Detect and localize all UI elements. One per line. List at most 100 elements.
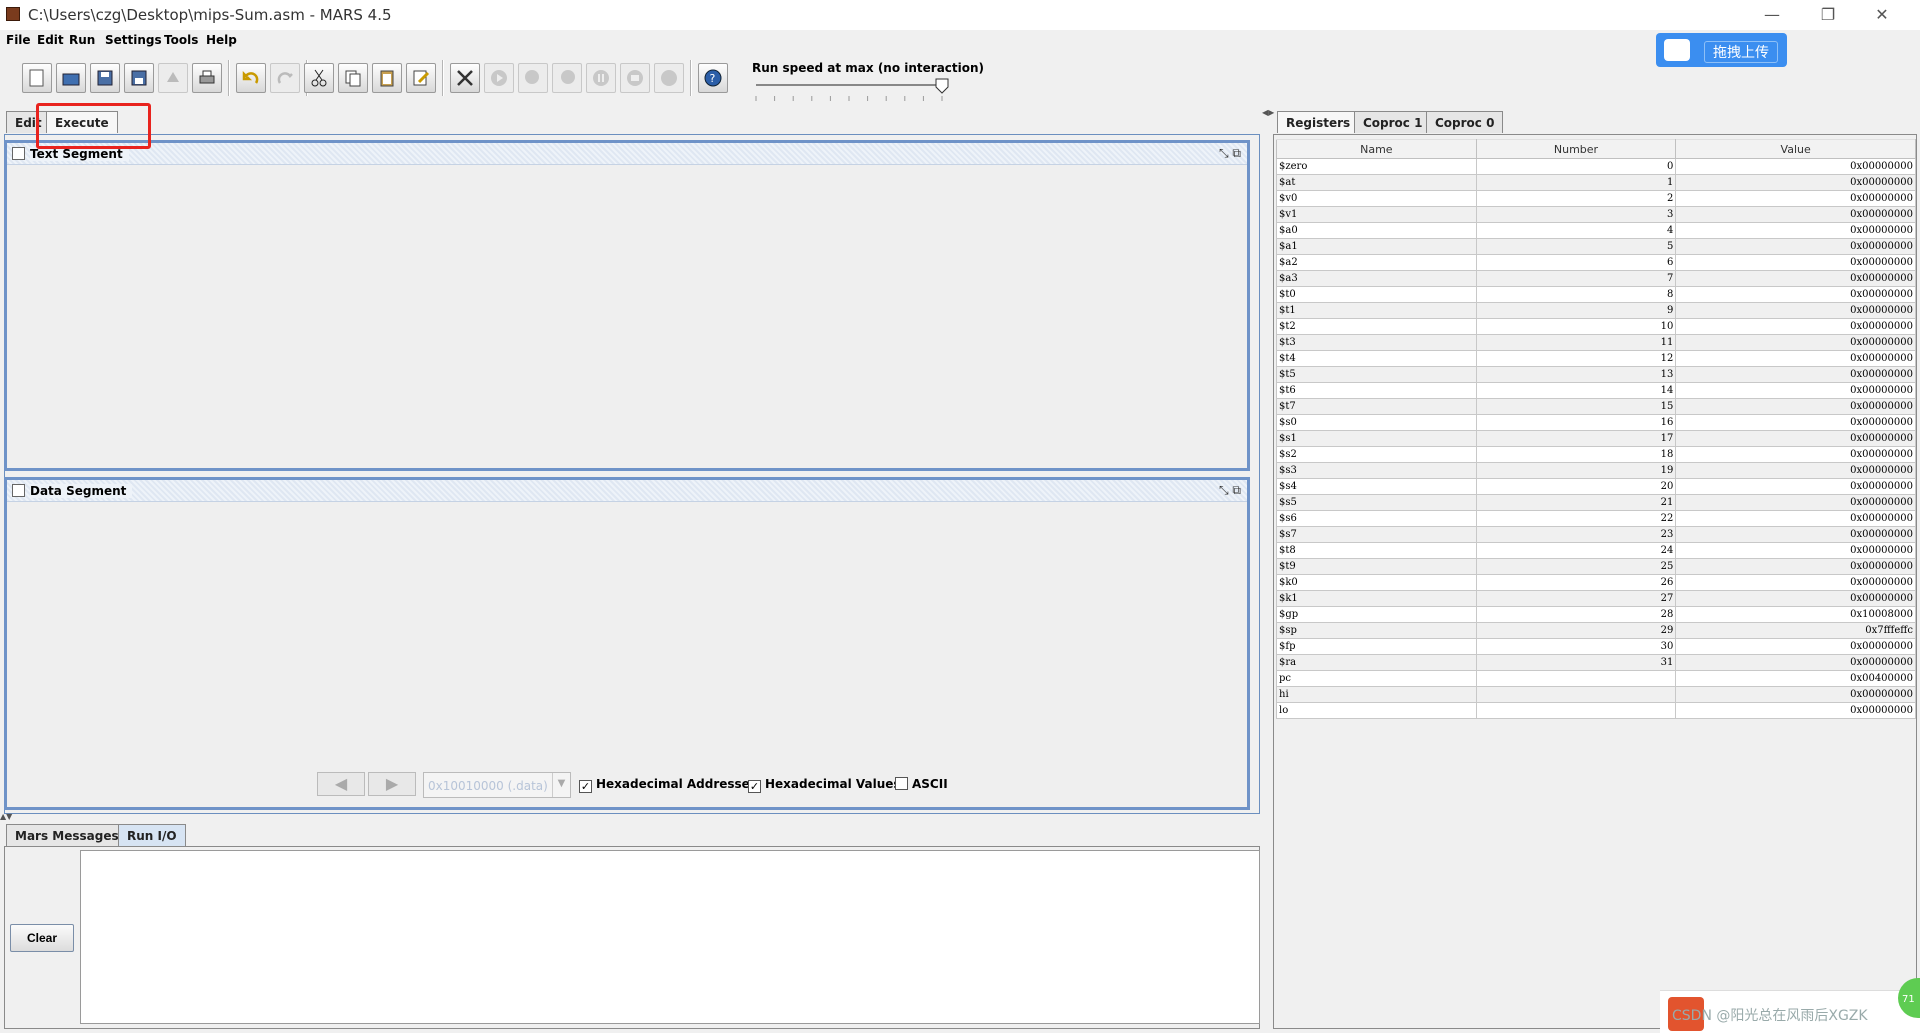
table-row[interactable]: $k0 26 0x00000000 — [1276, 574, 1916, 591]
run-button[interactable] — [484, 63, 514, 93]
register-num-cell: 23 — [1475, 526, 1677, 543]
register-name-cell: $gp — [1276, 606, 1477, 623]
save-button[interactable] — [90, 63, 120, 93]
table-row[interactable]: $s7 23 0x00000000 — [1276, 526, 1916, 543]
hex-addresses-checkbox[interactable]: ✓ Hexadecimal Addresses — [579, 777, 757, 793]
table-row[interactable]: $s6 22 0x00000000 — [1276, 510, 1916, 527]
address-value: 0x10010000 (.data) — [428, 779, 548, 793]
table-row[interactable]: $zero 0 0x00000000 — [1276, 158, 1916, 175]
table-row[interactable]: $t5 13 0x00000000 — [1276, 366, 1916, 383]
copy-button[interactable] — [338, 63, 368, 93]
tab-coproc0[interactable]: Coproc 0 — [1426, 111, 1504, 133]
table-row[interactable]: $v0 2 0x00000000 — [1276, 190, 1916, 207]
register-val-cell: 0x00400000 — [1675, 670, 1916, 687]
address-select[interactable]: 0x10010000 (.data) ▼ — [423, 772, 571, 798]
table-row[interactable]: $k1 27 0x00000000 — [1276, 590, 1916, 607]
column-header-value[interactable]: Value — [1675, 139, 1916, 159]
ascii-checkbox[interactable]: ASCII — [895, 777, 948, 791]
table-row[interactable]: $s2 18 0x00000000 — [1276, 446, 1916, 463]
text-segment-titlebar: Text Segment ⤡ ⧉ — [7, 143, 1247, 165]
table-row[interactable]: $a0 4 0x00000000 — [1276, 222, 1916, 239]
register-num-cell: 24 — [1475, 542, 1677, 559]
table-row[interactable]: pc 0x00400000 — [1276, 670, 1916, 687]
edit-pencil-icon — [413, 70, 430, 86]
table-row[interactable]: $t0 8 0x00000000 — [1276, 286, 1916, 303]
redo-button[interactable] — [270, 63, 300, 93]
undo-button[interactable] — [236, 63, 266, 93]
table-row[interactable]: $a2 6 0x00000000 — [1276, 254, 1916, 271]
print-button[interactable] — [192, 63, 222, 93]
tab-registers[interactable]: Registers — [1277, 111, 1360, 133]
run-io-output[interactable] — [80, 850, 1260, 1024]
table-row[interactable]: $s5 21 0x00000000 — [1276, 494, 1916, 511]
pause-button[interactable] — [586, 63, 616, 93]
step-button[interactable] — [518, 63, 548, 93]
table-row[interactable]: $a1 5 0x00000000 — [1276, 238, 1916, 255]
hex-values-checkbox[interactable]: ✓ Hexadecimal Values — [748, 777, 901, 793]
clear-button[interactable]: Clear — [10, 924, 74, 952]
tab-mars-messages[interactable]: Mars Messages — [6, 824, 128, 846]
run-speed-slider[interactable] — [754, 78, 950, 104]
dump-memory-button[interactable] — [158, 63, 188, 93]
table-row[interactable]: $t2 10 0x00000000 — [1276, 318, 1916, 335]
save-as-button[interactable] — [124, 63, 154, 93]
menu-help[interactable]: Help — [206, 33, 237, 47]
next-page-button[interactable]: ▶ — [368, 772, 416, 796]
restore-maximize-icons[interactable]: ⤡ ⧉ — [1219, 146, 1241, 161]
table-row[interactable]: $t8 24 0x00000000 — [1276, 542, 1916, 559]
column-header-name[interactable]: Name — [1276, 139, 1477, 159]
table-row[interactable]: $a3 7 0x00000000 — [1276, 270, 1916, 287]
restore-maximize-icons[interactable]: ⤡ ⧉ — [1219, 483, 1241, 498]
reset-button[interactable] — [654, 63, 684, 93]
save-icon — [97, 70, 113, 86]
column-header-number[interactable]: Number — [1475, 139, 1677, 159]
minimize-button[interactable]: — — [1752, 2, 1792, 28]
tab-run-io[interactable]: Run I/O — [118, 824, 186, 846]
prev-page-button[interactable]: ◀ — [317, 772, 365, 796]
table-row[interactable]: $t7 15 0x00000000 — [1276, 398, 1916, 415]
table-row[interactable]: $gp 28 0x10008000 — [1276, 606, 1916, 623]
menu-file[interactable]: File — [6, 33, 31, 47]
table-row[interactable]: $s0 16 0x00000000 — [1276, 414, 1916, 431]
copy-icon — [345, 70, 361, 87]
table-row[interactable]: $at 1 0x00000000 — [1276, 174, 1916, 191]
menu-settings[interactable]: Settings — [105, 33, 162, 47]
assemble-button[interactable] — [450, 63, 480, 93]
maximize-button[interactable]: ❐ — [1808, 2, 1848, 28]
upload-button[interactable]: 拖拽上传 — [1656, 33, 1787, 67]
backstep-button[interactable] — [552, 63, 582, 93]
table-row[interactable]: $s1 17 0x00000000 — [1276, 430, 1916, 447]
table-row[interactable]: $sp 29 0x7fffeffc — [1276, 622, 1916, 639]
close-button[interactable]: ✕ — [1862, 2, 1902, 28]
reset-icon — [661, 70, 677, 86]
tab-coproc1[interactable]: Coproc 1 — [1354, 111, 1432, 133]
table-row[interactable]: $s4 20 0x00000000 — [1276, 478, 1916, 495]
table-row[interactable]: $t6 14 0x00000000 — [1276, 382, 1916, 399]
horizontal-splitter[interactable]: ▲▼ — [0, 812, 1265, 821]
paste-button[interactable] — [372, 63, 402, 93]
table-row[interactable]: $fp 30 0x00000000 — [1276, 638, 1916, 655]
menu-run[interactable]: Run — [69, 33, 95, 47]
slider-thumb[interactable] — [935, 78, 949, 94]
table-row[interactable]: $ra 31 0x00000000 — [1276, 654, 1916, 671]
table-row[interactable]: lo 0x00000000 — [1276, 702, 1916, 719]
cut-button[interactable] — [304, 63, 334, 93]
table-row[interactable]: $t3 11 0x00000000 — [1276, 334, 1916, 351]
help-button[interactable]: ? — [698, 63, 728, 93]
table-row[interactable]: $s3 19 0x00000000 — [1276, 462, 1916, 479]
find-replace-button[interactable] — [406, 63, 436, 93]
register-name-cell: $s3 — [1276, 462, 1477, 479]
table-row[interactable]: hi 0x00000000 — [1276, 686, 1916, 703]
upload-label: 拖拽上传 — [1704, 41, 1778, 63]
menu-tools[interactable]: Tools — [164, 33, 198, 47]
table-row[interactable]: $t9 25 0x00000000 — [1276, 558, 1916, 575]
table-row[interactable]: $v1 3 0x00000000 — [1276, 206, 1916, 223]
vertical-splitter[interactable]: ◀▶ — [1262, 108, 1274, 1033]
table-row[interactable]: $t4 12 0x00000000 — [1276, 350, 1916, 367]
stop-button[interactable] — [620, 63, 650, 93]
register-val-cell: 0x00000000 — [1675, 222, 1916, 239]
table-row[interactable]: $t1 9 0x00000000 — [1276, 302, 1916, 319]
open-file-button[interactable] — [56, 63, 86, 93]
menu-edit[interactable]: Edit — [37, 33, 64, 47]
new-file-button[interactable] — [22, 63, 52, 93]
